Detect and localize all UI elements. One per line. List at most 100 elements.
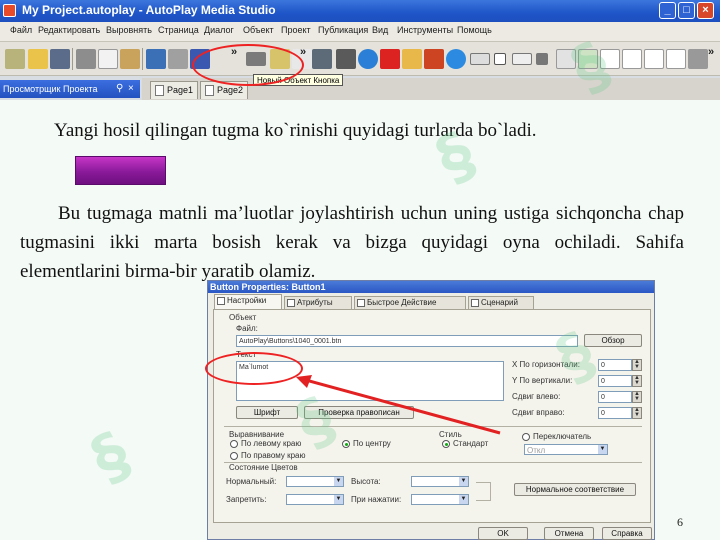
input-object-icon[interactable]	[470, 53, 490, 65]
font-button[interactable]: Шрифт	[236, 406, 298, 419]
left-shift-field[interactable]: 0	[598, 391, 632, 403]
x-offset-spinner[interactable]: ▲ ▼	[632, 359, 642, 371]
preview-icon[interactable]	[146, 49, 166, 69]
menu-object[interactable]: Объект	[243, 25, 274, 35]
button-properties-dialog: Button Properties: Button1 Настройки Атр…	[207, 280, 655, 540]
grid-object-icon[interactable]	[556, 49, 576, 69]
tab-label: Настройки	[227, 296, 267, 305]
pdf-icon[interactable]	[424, 49, 444, 69]
table-object-icon[interactable]	[600, 49, 620, 69]
menu-view[interactable]: Вид	[372, 25, 388, 35]
align-left-label: По левому краю	[241, 439, 302, 448]
tree-object-icon[interactable]	[578, 49, 598, 69]
menu-project[interactable]: Проект	[281, 25, 311, 35]
align-right-radio[interactable]	[230, 452, 238, 460]
help-button[interactable]: Справка	[602, 527, 652, 540]
style-standard-label: Стандарт	[453, 439, 489, 448]
file-path-field[interactable]: AutoPlay\Buttons\1040_0001.btn	[236, 335, 578, 347]
left-shift-label: Сдвиг влево:	[512, 392, 561, 401]
align-center-radio[interactable]	[342, 440, 350, 448]
menu-file[interactable]: Файл	[10, 25, 32, 35]
build-icon[interactable]	[168, 49, 188, 69]
click-color-combo[interactable]: ▼	[411, 494, 469, 505]
settings-panel: Объект Файл: AutoPlay\Buttons\1040_0001.…	[213, 309, 651, 523]
open-folder-icon[interactable]	[28, 49, 48, 69]
disabled-color-combo[interactable]: ▼	[286, 494, 344, 505]
menu-help[interactable]: Помощь	[457, 25, 492, 35]
y-offset-field[interactable]: 0	[598, 375, 632, 387]
extra-object-icon[interactable]	[688, 49, 708, 69]
toolbar-overflow-chevron-3[interactable]: »	[708, 46, 714, 58]
wand-icon[interactable]	[5, 49, 25, 69]
tab-page1[interactable]: Page1	[150, 81, 199, 99]
file-label: Файл:	[236, 324, 258, 333]
x-offset-field[interactable]: 0	[598, 359, 632, 371]
browse-button[interactable]: Обзор	[584, 334, 642, 347]
radio-object-icon[interactable]	[536, 53, 548, 65]
style-toggle-radio[interactable]	[522, 433, 530, 441]
align-left-radio[interactable]	[230, 440, 238, 448]
right-shift-spinner[interactable]: ▲ ▼	[632, 407, 642, 419]
menu-page[interactable]: Страница	[158, 25, 199, 35]
align-center-label: По центру	[353, 439, 391, 448]
save-icon[interactable]	[50, 49, 70, 69]
checkbox-object-icon[interactable]	[494, 53, 506, 65]
paragraph-instructions: Bu tugmaga matnli ma’luotlar joylashtiri…	[20, 203, 684, 282]
maximize-button[interactable]: □	[678, 2, 695, 19]
normal-match-button[interactable]: Нормальное соответствие	[514, 483, 636, 496]
autoplay-window: My Project.autoplay - AutoPlay Media Stu…	[0, 0, 720, 100]
chevron-down-icon: ▼	[459, 477, 468, 486]
style-standard-radio[interactable]	[442, 440, 450, 448]
left-shift-spinner[interactable]: ▲ ▼	[632, 391, 642, 403]
ok-button[interactable]: OK	[478, 527, 528, 540]
style-group-label: Стиль	[439, 430, 462, 439]
paragraph-intro: Yangi hosil qilingan tugma ko`rinishi qu…	[54, 120, 537, 141]
menu-edit[interactable]: Редактировать	[38, 25, 100, 35]
menu-align[interactable]: Выровнять	[106, 25, 152, 35]
page-number: 6	[677, 515, 683, 529]
toolbar-overflow-chevron-2[interactable]: »	[300, 46, 306, 58]
minimize-button[interactable]: _	[659, 2, 676, 19]
height-color-combo[interactable]: ▼	[411, 476, 469, 487]
window-title: My Project.autoplay - AutoPlay Media Stu…	[22, 3, 276, 17]
tab-script[interactable]: Сценарий	[468, 296, 534, 309]
cube-icon[interactable]	[336, 49, 356, 69]
y-offset-label: Y По вертикали:	[512, 376, 573, 385]
tab-label: Page2	[217, 85, 244, 95]
list-object-icon[interactable]	[312, 49, 332, 69]
tab-settings[interactable]: Настройки	[214, 294, 282, 309]
normal-color-combo[interactable]: ▼	[286, 476, 344, 487]
right-shift-label: Сдвиг вправо:	[512, 408, 565, 417]
style-toggle-label: Переключатель	[533, 432, 592, 441]
tab-quick-action[interactable]: Быстрое Действие	[354, 296, 466, 309]
normal-color-label: Нормальный:	[226, 477, 277, 486]
quick-action-icon	[357, 299, 365, 307]
cut-icon[interactable]	[76, 49, 96, 69]
paste-icon[interactable]	[120, 49, 140, 69]
flash-icon[interactable]	[380, 49, 400, 69]
right-shift-field[interactable]: 0	[598, 407, 632, 419]
panel-close-icon[interactable]: ×	[128, 80, 134, 98]
menu-publish[interactable]: Публикация	[318, 25, 368, 35]
pin-icon[interactable]: ⚲	[116, 80, 123, 98]
combo-value: Откл	[527, 446, 546, 455]
image-object-icon[interactable]	[402, 49, 422, 69]
slideshow-object-icon[interactable]	[622, 49, 642, 69]
cancel-button[interactable]: Отмена	[544, 527, 594, 540]
menu-tools[interactable]: Инструменты	[397, 25, 453, 35]
menu-dialog[interactable]: Диалог	[204, 25, 234, 35]
plugin-object-icon[interactable]	[666, 49, 686, 69]
highlight-circle	[192, 44, 304, 86]
copy-icon[interactable]	[98, 49, 118, 69]
y-offset-spinner[interactable]: ▲ ▼	[632, 375, 642, 387]
colors-group-label: Состояние Цветов	[229, 463, 298, 472]
web-browser-icon[interactable]	[446, 49, 466, 69]
spell-check-button[interactable]: Проверка правописан	[304, 406, 414, 419]
combobox-object-icon[interactable]	[512, 53, 532, 65]
quicktime-icon[interactable]	[358, 49, 378, 69]
tab-label: Page1	[167, 85, 194, 95]
tab-attributes[interactable]: Атрибуты	[284, 296, 352, 309]
toggle-state-combo[interactable]: Откл ▼	[524, 444, 608, 455]
close-button[interactable]: ×	[697, 2, 714, 19]
xbutton-object-icon[interactable]	[644, 49, 664, 69]
